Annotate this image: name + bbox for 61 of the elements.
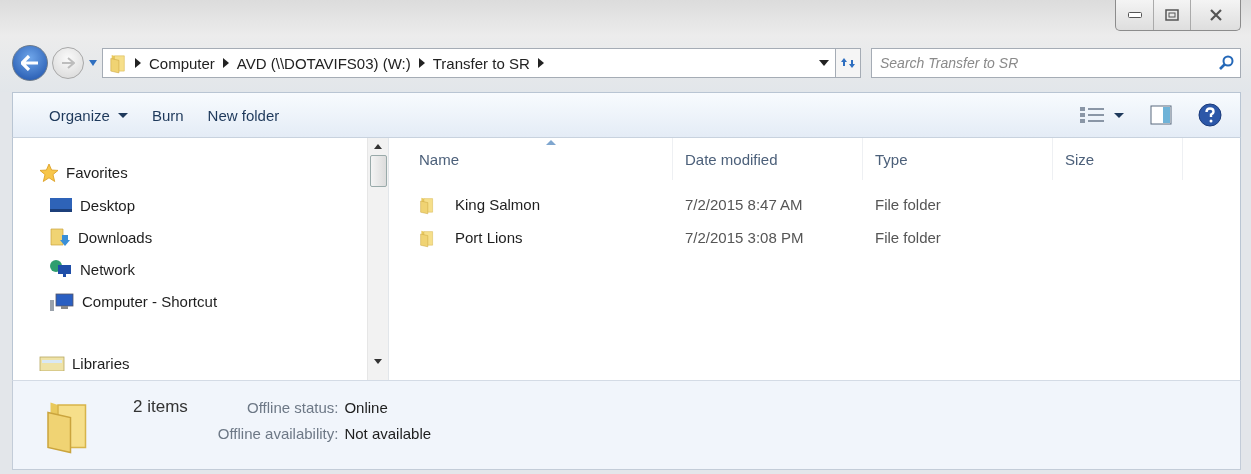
dropdown-caret-icon[interactable] <box>819 60 829 66</box>
toolbar-button[interactable]: Organize <box>41 102 136 128</box>
details-view-icon <box>1080 106 1104 124</box>
breadcrumb-arrow-icon[interactable] <box>222 58 229 68</box>
column-header[interactable]: Name <box>419 138 673 180</box>
folder-download-icon <box>49 227 71 248</box>
sidebar-item[interactable]: Network <box>49 253 367 286</box>
file-row-name[interactable]: King Salmon <box>419 194 673 215</box>
scroll-up-icon[interactable] <box>374 144 382 149</box>
sidebar-item[interactable]: Downloads <box>49 221 367 254</box>
desktop-icon <box>49 196 73 215</box>
sidebar-item[interactable]: Libraries <box>39 346 367 380</box>
sidebar-item[interactable]: Desktop <box>49 189 367 222</box>
search-field[interactable]: Search Transfer to SR <box>871 48 1241 78</box>
breadcrumb[interactable]: Transfer to SR <box>432 54 530 72</box>
back-arrow-icon <box>21 55 39 71</box>
breadcrumb-arrow-icon[interactable] <box>418 58 425 68</box>
minimize-icon <box>1127 12 1142 18</box>
breadcrumb-arrow-icon[interactable] <box>135 58 141 68</box>
table-cell-text: 7/2/2015 3:08 PM <box>684 229 805 246</box>
toolbar-button[interactable]: Burn <box>143 102 192 128</box>
star-icon <box>39 162 59 183</box>
refresh-button[interactable] <box>835 48 861 78</box>
maximize-icon <box>1165 9 1179 21</box>
detail-value: Not available <box>344 425 432 442</box>
sort-arrow-icon <box>545 140 556 145</box>
table-cell-text: 7/2/2015 8:47 AM <box>684 196 804 213</box>
toolbar-button[interactable]: New folder <box>199 102 288 128</box>
column-header[interactable]: Size <box>1053 138 1183 180</box>
search-icon[interactable] <box>1218 55 1234 71</box>
file-row-name[interactable]: Port Lions <box>419 227 673 248</box>
dropdown-caret-icon <box>117 112 128 118</box>
libraries-icon <box>39 355 65 372</box>
sidebar-item[interactable]: Computer - Shortcut <box>49 285 367 318</box>
breadcrumb[interactable]: AVD (\\DOTAVIFS03) (W:) <box>236 54 411 72</box>
table-cell-text: File folder <box>874 229 942 246</box>
detail-value: Online <box>344 399 389 416</box>
folder-icon <box>109 52 127 74</box>
breadcrumb-arrow-icon[interactable] <box>537 58 544 68</box>
recent-pages-icon[interactable] <box>88 59 98 67</box>
column-header[interactable]: Type <box>863 138 1053 180</box>
column-header[interactable]: Date modified <box>673 138 863 180</box>
dropdown-caret-icon <box>1114 112 1124 118</box>
network-icon <box>49 259 73 280</box>
sidebar-item[interactable]: Favorites <box>39 156 367 190</box>
scroll-thumb[interactable] <box>369 155 387 187</box>
forward-arrow-icon <box>61 57 75 69</box>
detail-label: Offline status: <box>246 399 339 416</box>
close-icon <box>1208 9 1223 21</box>
computer-icon <box>49 291 75 312</box>
help-icon <box>1198 103 1222 127</box>
preview-pane-icon <box>1150 105 1172 125</box>
scroll-down-icon[interactable] <box>374 359 382 364</box>
address-bar[interactable]: Computer AVD (\\DOTAVIFS03) (W:) Transfer to SR <box>102 48 836 78</box>
scrollbar[interactable] <box>367 138 388 380</box>
detail-label: Offline availability: <box>217 425 339 442</box>
item-count: 2 items <box>133 397 188 417</box>
refresh-icon <box>840 56 856 70</box>
back-button[interactable] <box>12 45 48 81</box>
table-cell-text: File folder <box>874 196 942 213</box>
breadcrumb[interactable]: Computer <box>149 54 215 72</box>
